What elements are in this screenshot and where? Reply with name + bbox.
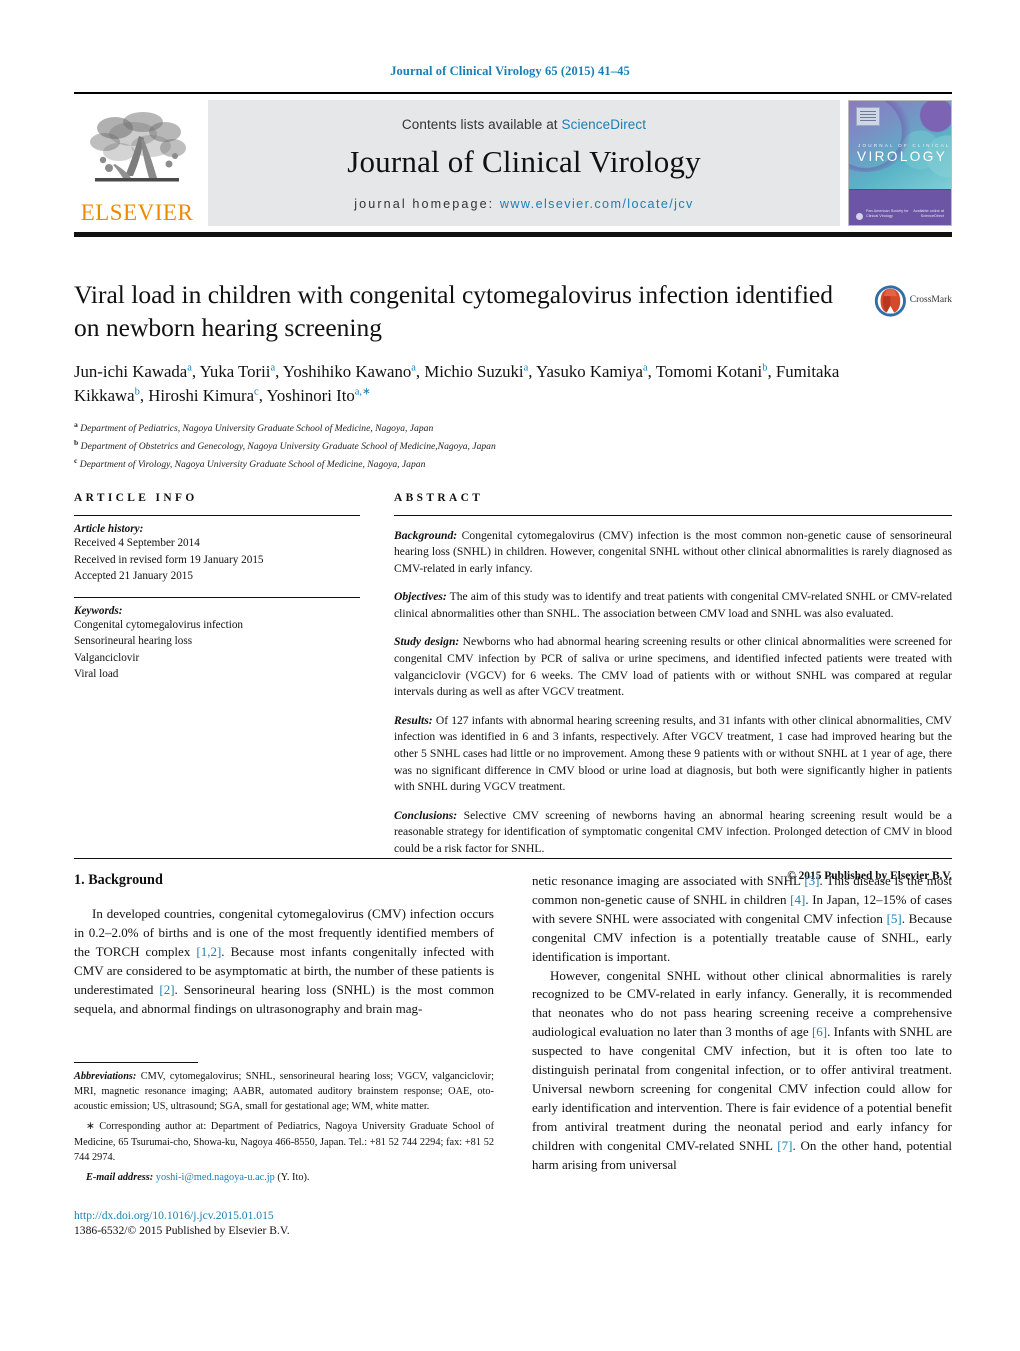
cover-superline: JOURNAL OF CLINICAL: [858, 143, 951, 149]
crossmark-badge[interactable]: CrossMark: [874, 284, 952, 318]
abstract-section-text: Newborns who had abnormal hearing screen…: [394, 635, 952, 699]
abstract-section-lead: Objectives:: [394, 590, 447, 604]
abstract-section-lead: Background:: [394, 528, 458, 542]
affiliation-text: Department of Virology, Nagoya Universit…: [79, 458, 426, 470]
keyword-item: Viral load: [74, 668, 119, 681]
homepage-url-link[interactable]: www.elsevier.com/locate/jcv: [500, 197, 694, 211]
elsevier-logo: ELSEVIER: [74, 100, 200, 226]
footnote-rule: [74, 1062, 198, 1063]
footnote-block: Abbreviations: CMV, cytomegalovirus; SNH…: [74, 1062, 494, 1185]
article-info-column: ARTICLE INFO Article history: Received 4…: [74, 492, 360, 882]
paper-title: Viral load in children with congenital c…: [74, 280, 833, 343]
cover-footer-left: Pan American Society for Clinical Virolog…: [866, 208, 909, 219]
body-top-rule: [74, 858, 952, 859]
body-right-column: netic resonance imaging are associated w…: [532, 872, 952, 1175]
abstract-section: Results: Of 127 infants with abnormal he…: [394, 713, 952, 796]
elsevier-wordmark: ELSEVIER: [80, 200, 194, 225]
journal-masthead: ELSEVIER Contents lists available at Sci…: [74, 92, 952, 237]
issn-copyright-line: 1386-6532/© 2015 Published by Elsevier B…: [74, 1224, 290, 1238]
running-head: Journal of Clinical Virology 65 (2015) 4…: [390, 64, 630, 78]
masthead-bottom-rule: [74, 232, 952, 237]
article-history-label: Article history:: [74, 523, 144, 535]
affiliation-marker: c: [74, 455, 78, 465]
section-heading-background: 1. Background: [74, 872, 163, 888]
affiliation-item: a Department of Pediatrics, Nagoya Unive…: [74, 419, 952, 437]
abbreviations-text: CMV, cytomegalovirus; SNHL, sensorineura…: [74, 1071, 494, 1113]
info-abstract-block: ARTICLE INFO Article history: Received 4…: [74, 492, 952, 882]
doi-footer: http://dx.doi.org/10.1016/j.jcv.2015.01.…: [74, 1208, 574, 1238]
email-link[interactable]: yoshi-i@med.nagoya-u.ac.jp: [156, 1172, 275, 1183]
elsevier-tree-icon: [85, 108, 189, 200]
masthead-center-band: Contents lists available at ScienceDirec…: [208, 100, 840, 226]
affiliation-text: Department of Pediatrics, Nagoya Univers…: [80, 423, 434, 435]
keywords-rule: [74, 596, 360, 598]
body-paragraph: However, congenital SNHL without other c…: [532, 967, 952, 1172]
abstract-heading: ABSTRACT: [394, 492, 484, 504]
article-history-item: Received 4 September 2014: [74, 537, 200, 549]
cover-mainline: VIROLOGY: [857, 149, 948, 165]
keyword-item: Sensorineural hearing loss: [74, 635, 193, 648]
email-label: E-mail address:: [86, 1171, 154, 1183]
article-info-rule: [74, 515, 360, 516]
abstract-section-lead: Conclusions:: [394, 808, 458, 822]
abstract-section: Study design: Newborns who had abnormal …: [394, 634, 952, 701]
affiliation-item: b Department of Obstetrics and Genecolog…: [74, 437, 952, 455]
crossmark-icon: [874, 285, 906, 317]
masthead-top-rule: [74, 92, 952, 94]
email-suffix: (Y. Ito).: [274, 1171, 310, 1183]
doi-link[interactable]: http://dx.doi.org/10.1016/j.jcv.2015.01.…: [74, 1208, 574, 1223]
abbreviations-label: Abbreviations:: [74, 1071, 137, 1082]
abstract-column: ABSTRACT Background: Congenital cytomega…: [394, 492, 952, 882]
footnote-abbreviations: Abbreviations: CMV, cytomegalovirus; SNH…: [74, 1069, 494, 1114]
homepage-prefix: journal homepage:: [354, 196, 500, 211]
paper-page: Journal of Clinical Virology 65 (2015) 4…: [0, 0, 1020, 1351]
affiliation-marker: b: [74, 437, 79, 447]
journal-cover-thumbnail[interactable]: JOURNAL OF CLINICAL VIROLOGY Available o…: [848, 100, 952, 226]
abstract-section-lead: Study design:: [394, 635, 460, 649]
abstract-section-text: Congenital cytomegalovirus (CMV) infecti…: [394, 528, 952, 575]
cover-society-dot-icon: [856, 213, 863, 220]
footnote-email: E-mail address: yoshi-i@med.nagoya-u.ac.…: [74, 1170, 494, 1185]
abstract-rule: [394, 515, 952, 516]
abstract-section-lead: Results:: [394, 713, 433, 727]
affiliation-item: c Department of Virology, Nagoya Univers…: [74, 455, 952, 473]
affiliation-list: a Department of Pediatrics, Nagoya Unive…: [74, 419, 952, 472]
body-paragraph: netic resonance imaging are associated w…: [532, 873, 953, 964]
abstract-section: Background: Congenital cytomegalovirus (…: [394, 528, 952, 578]
keywords-label: Keywords:: [74, 604, 123, 617]
journal-title: Journal of Clinical Virology: [347, 144, 701, 180]
body-paragraph: In developed countries, congenital cytom…: [74, 906, 494, 1016]
cover-society-badge-icon: [856, 107, 880, 126]
article-info-heading: ARTICLE INFO: [74, 492, 198, 504]
article-history-item: Received in revised form 19 January 2015: [74, 553, 264, 566]
footnote-corresponding-author: ∗ Corresponding author at: Department of…: [74, 1121, 494, 1163]
keyword-item: Valganciclovir: [74, 651, 140, 664]
affiliation-text: Department of Obstetrics and Genecology,…: [80, 440, 496, 452]
article-history-item: Accepted 21 January 2015: [74, 570, 193, 583]
abstract-section-text: The aim of this study was to identify an…: [394, 590, 952, 620]
cover-footer-right: Available online at ScienceDirect: [913, 208, 944, 219]
abstract-section-text: Of 127 infants with abnormal hearing scr…: [394, 713, 952, 794]
sciencedirect-link[interactable]: ScienceDirect: [562, 117, 647, 132]
crossmark-label: CrossMark: [909, 295, 952, 306]
journal-homepage-line: journal homepage: www.elsevier.com/locat…: [354, 197, 694, 211]
contents-prefix: Contents lists available at: [401, 117, 562, 133]
abstract-section-text: Selective CMV screening of newborns havi…: [394, 808, 952, 855]
author-list: Jun-ichi Kawadaa, Yuka Toriia, Yoshihiko…: [74, 362, 840, 406]
contents-available-line: Contents lists available at ScienceDirec…: [402, 117, 646, 132]
title-block: CrossMark Viral load in children with co…: [74, 278, 952, 472]
abstract-section: Conclusions: Selective CMV screening of …: [394, 808, 952, 858]
keyword-item: Congenital cytomegalovirus infection: [74, 618, 244, 631]
abstract-section: Objectives: The aim of this study was to…: [394, 589, 952, 622]
affiliation-marker: a: [74, 419, 78, 429]
